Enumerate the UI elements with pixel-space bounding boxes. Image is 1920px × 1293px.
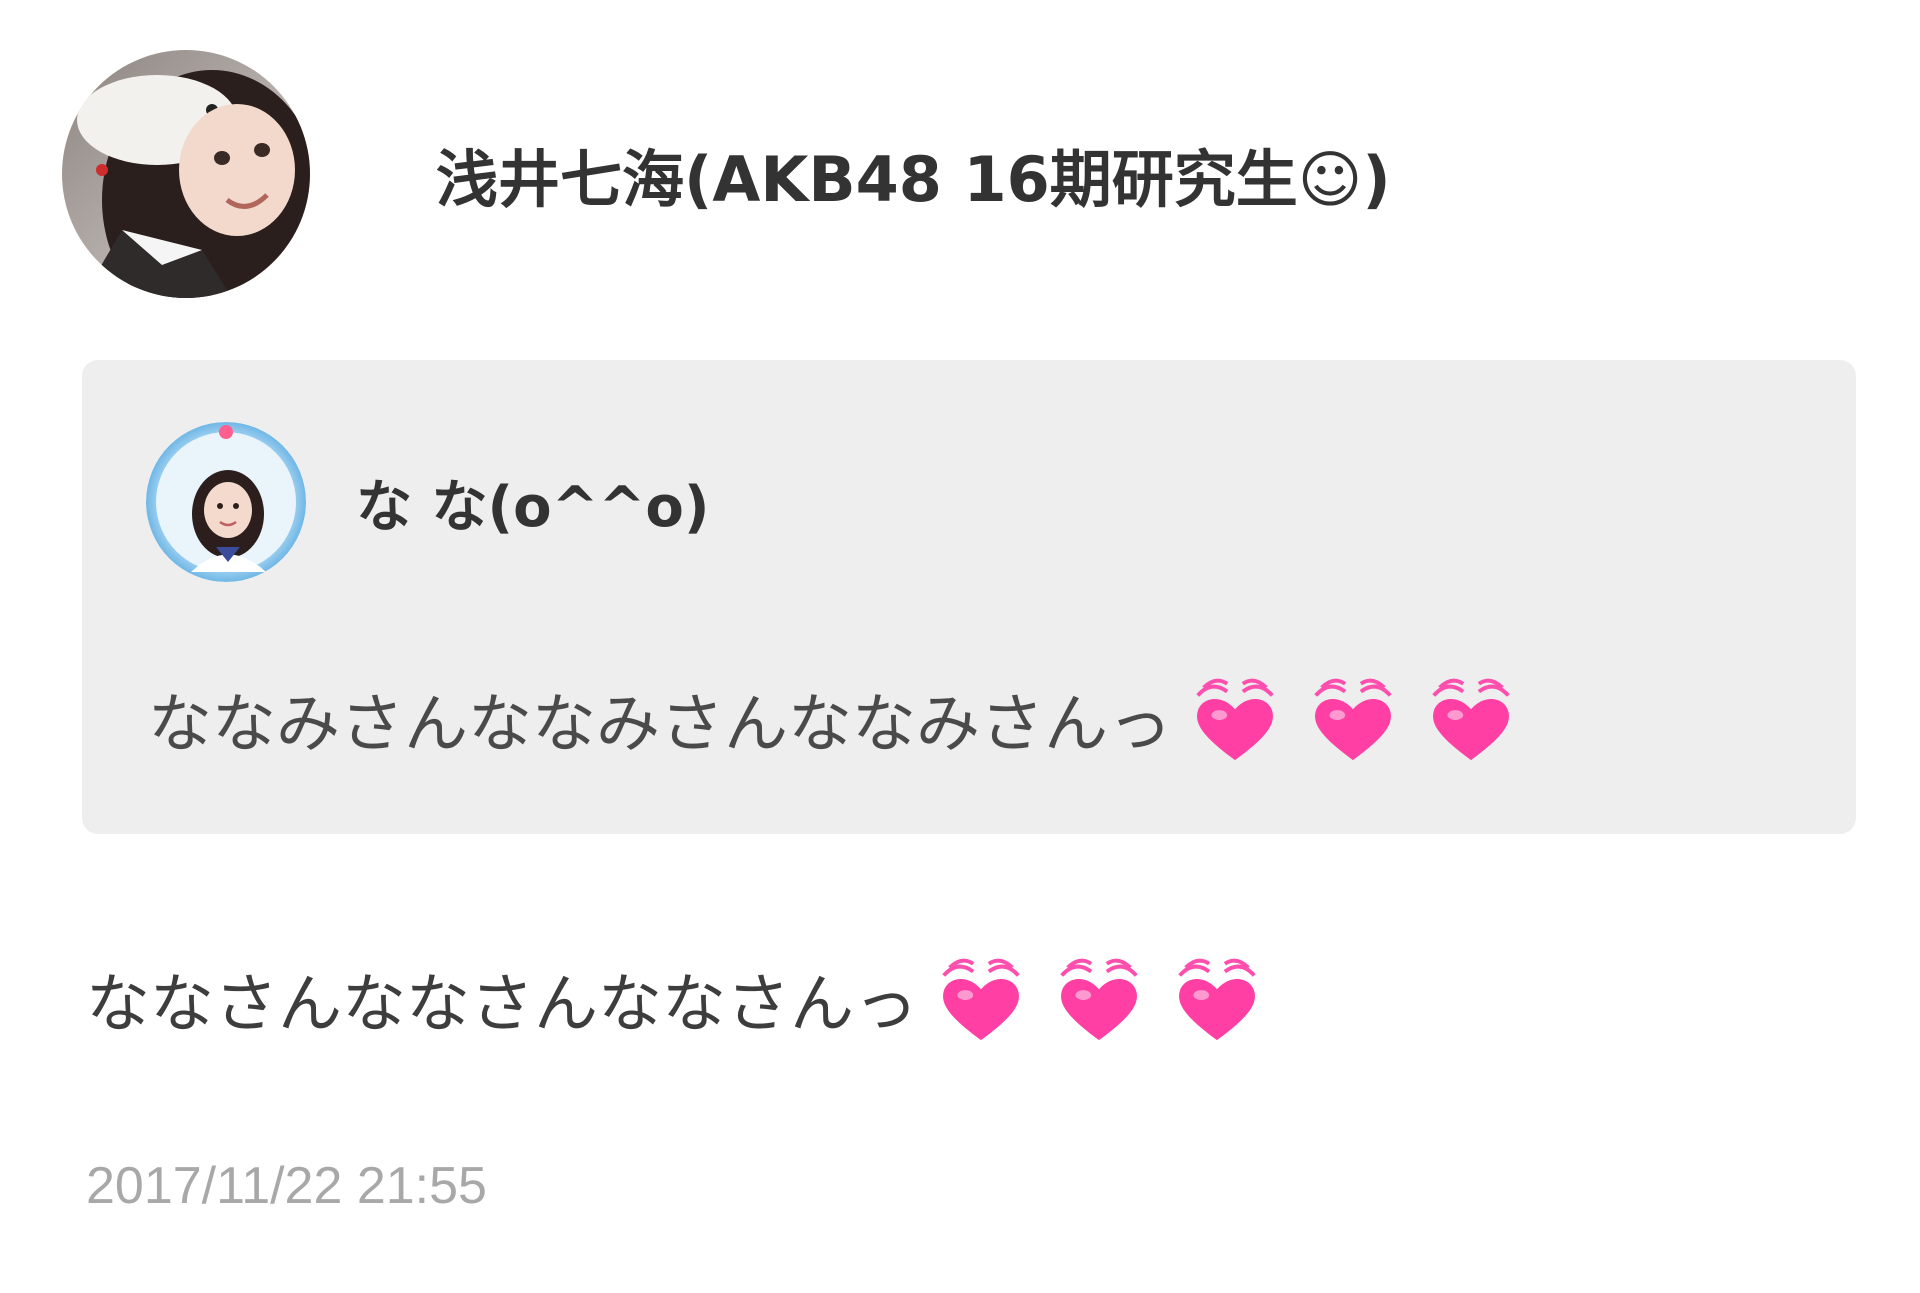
post-timestamp: 2017/11/22 21:55 [86,1157,487,1215]
post-author-header: 浅井七海(AKB48 16期研究生☺) [62,50,1391,298]
beating-heart-icon [1196,678,1274,761]
quoted-message-body: ななみさんななみさんななみさんっ [148,688,1172,762]
beating-heart-icon [1432,678,1510,761]
avatar-photo-icon [146,422,306,582]
post-card: 浅井七海(AKB48 16期研究生☺) な な(o^^o) ななみさんななみさん… [0,0,1920,1293]
author-avatar[interactable] [62,50,310,298]
beating-heart-icon [1178,958,1256,1041]
avatar-photo-icon [62,50,310,298]
author-name[interactable]: 浅井七海(AKB48 16期研究生☺) [436,129,1391,219]
post-message-body: ななさんななさんななさんっ [86,968,918,1042]
post-emoji-group [932,950,1286,1048]
quoted-message-text: ななみさんななみさんななみさんっ [148,670,1540,768]
beating-heart-icon [942,958,1020,1041]
quoted-author-name[interactable]: な な(o^^o) [356,462,709,543]
quoted-author-avatar[interactable] [146,422,306,582]
beating-heart-icon [1060,958,1138,1041]
quoted-message[interactable]: な な(o^^o) ななみさんななみさんななみさんっ [82,360,1856,834]
beating-heart-icon [1314,678,1392,761]
quoted-emoji-group [1186,670,1540,768]
post-message-text: ななさんななさんななさんっ [86,950,1286,1048]
quoted-author-header: な な(o^^o) [146,422,709,582]
